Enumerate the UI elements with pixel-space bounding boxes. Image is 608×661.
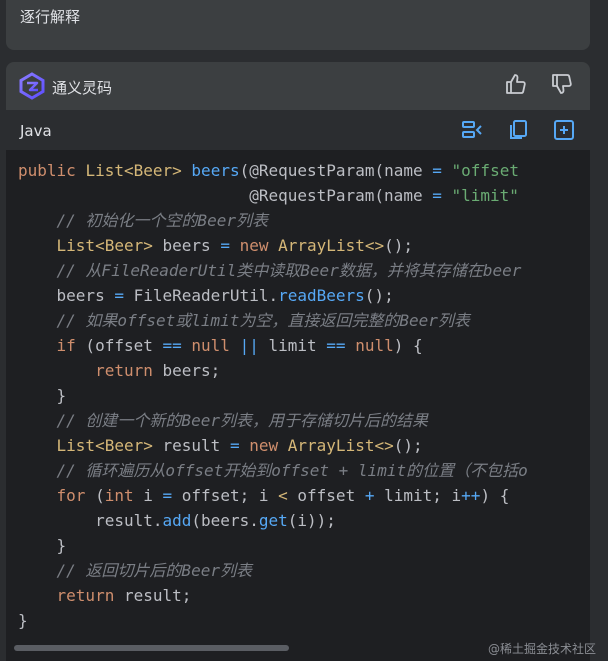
previous-message-text: 逐行解释 (20, 8, 81, 26)
code-line-text: return beers; (95, 361, 221, 380)
watermark: @稀土掘金技术社区 (488, 642, 597, 656)
code-line: // 初始化一个空的Beer列表 (6, 208, 590, 233)
assistant-name: 通义灵码 (52, 79, 113, 97)
code-line: // 创建一个新的Beer列表，用于存储切片后的结果 (6, 408, 590, 433)
code-line: public List<Beer> beers(@RequestParam(na… (6, 158, 590, 183)
code-line: // 从FileReaderUtil类中读取Beer数据，并将其存储在beer (6, 258, 590, 283)
scrollbar-thumb[interactable] (14, 645, 289, 651)
code-line-text: // 初始化一个空的Beer列表 (56, 211, 268, 230)
new-file-icon[interactable] (552, 118, 576, 142)
code-line: @RequestParam(name = "limit" (6, 183, 590, 208)
code-line: // 返回切片后的Beer列表 (6, 558, 590, 583)
code-line-text: } (18, 611, 28, 630)
thumbs-down-icon[interactable] (550, 72, 574, 96)
code-line: // 循环遍历从offset开始到offset + limit的位置（不包括o (6, 458, 590, 483)
code-line: } (6, 608, 590, 633)
code-line: List<Beer> result = new ArrayList<>(); (6, 433, 590, 458)
code-line-text: } (18, 536, 67, 555)
code-line: beers = FileReaderUtil.readBeers(); (6, 283, 590, 308)
code-line: } (6, 533, 590, 558)
insert-code-icon[interactable] (460, 118, 484, 142)
assistant-response-card: 通义灵码 Java public List<Beer> beers(@Reque… (6, 62, 590, 661)
code-line: // 如果offset或limit为空，直接返回完整的Beer列表 (6, 308, 590, 333)
code-line-text: // 创建一个新的Beer列表，用于存储切片后的结果 (56, 411, 428, 430)
copy-icon[interactable] (506, 118, 530, 142)
code-line-text: public List<Beer> beers(@RequestParam(na… (18, 161, 519, 180)
code-line-text: if (offset == null || limit == null) { (56, 336, 423, 355)
code-block: Java public List<Beer> beers(@RequestPar… (6, 110, 590, 661)
previous-message-card: 逐行解释 (6, 0, 590, 50)
tongyi-logo-icon (19, 72, 45, 100)
code-line-text: // 从FileReaderUtil类中读取Beer数据，并将其存储在beer (56, 261, 522, 280)
assistant-header: 通义灵码 (6, 62, 590, 110)
code-line-text: // 返回切片后的Beer列表 (56, 561, 252, 580)
code-language-label: Java (20, 122, 52, 140)
code-line-text: result.add(beers.get(i)); (18, 511, 336, 530)
code-line: if (offset == null || limit == null) { (6, 333, 590, 358)
code-line-text: // 如果offset或limit为空，直接返回完整的Beer列表 (56, 311, 470, 330)
code-line: for (int i = offset; i < offset + limit;… (6, 483, 590, 508)
code-line-text: @RequestParam(name = "limit" (18, 186, 519, 205)
code-line-text: for (int i = offset; i < offset + limit;… (56, 486, 510, 505)
code-line-text: // 循环遍历从offset开始到offset + limit的位置（不包括o (56, 461, 528, 480)
code-content: public List<Beer> beers(@RequestParam(na… (6, 158, 590, 633)
code-line: return result; (6, 583, 590, 608)
code-line: result.add(beers.get(i)); (6, 508, 590, 533)
code-line: } (6, 383, 590, 408)
code-line-text: List<Beer> beers = new ArrayList<>(); (56, 236, 414, 255)
thumbs-up-icon[interactable] (504, 72, 528, 96)
code-line: return beers; (6, 358, 590, 383)
code-line-text: } (18, 386, 67, 405)
code-line: List<Beer> beers = new ArrayList<>(); (6, 233, 590, 258)
code-toolbar: Java (6, 110, 590, 150)
code-line-text: beers = FileReaderUtil.readBeers(); (18, 286, 394, 305)
code-line-text: return result; (56, 586, 192, 605)
code-line-text: List<Beer> result = new ArrayList<>(); (56, 436, 423, 455)
